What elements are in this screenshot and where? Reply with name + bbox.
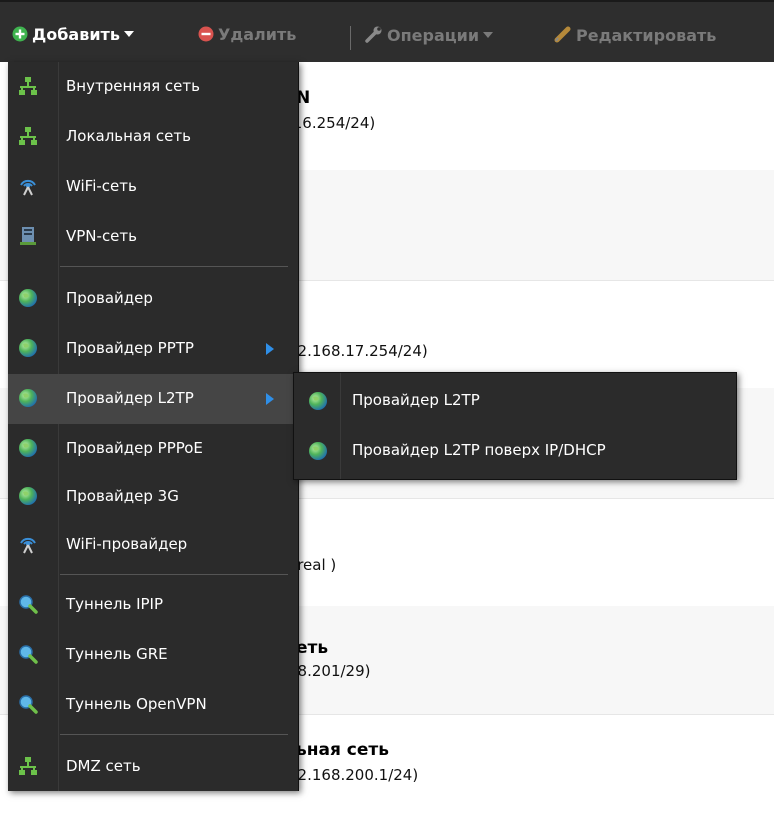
menu-item-label: Туннель IPIP xyxy=(66,595,164,613)
plus-circle-icon xyxy=(12,26,28,42)
vpn-icon xyxy=(20,227,36,245)
add-dropdown-menu: Внутренняя сеть Локальная сеть WiFi-сеть… xyxy=(8,62,299,791)
minus-circle-icon xyxy=(198,26,214,42)
globe-icon xyxy=(309,442,327,460)
menu-divider xyxy=(60,574,288,575)
submenu-item-label: Провайдер L2TP xyxy=(352,391,480,409)
network-icon xyxy=(19,127,37,145)
menu-item-label: Внутренняя сеть xyxy=(66,77,200,95)
menu-item-label: Туннель GRE xyxy=(66,645,168,663)
list-item-subtitle: 92.168.17.254/24) xyxy=(288,342,428,360)
list-item-subtitle: 98.201/29) xyxy=(288,662,371,680)
menu-item-label: DMZ сеть xyxy=(66,757,141,775)
list-item-subtitle: .16.254/24) xyxy=(288,114,376,132)
globe-icon xyxy=(19,389,37,407)
menu-item-provider-l2tp[interactable]: Провайдер L2TP xyxy=(8,374,298,424)
submenu-arrow-icon xyxy=(266,393,274,405)
magnifier-icon xyxy=(19,645,38,664)
magnifier-icon xyxy=(19,695,38,714)
list-item-subtitle: 92.168.200.1/24) xyxy=(288,766,419,784)
menu-item-local-network[interactable]: Локальная сеть xyxy=(8,112,298,162)
toolbar-divider xyxy=(350,26,351,50)
menu-item-label: Провайдер L2TP xyxy=(66,389,194,407)
menu-item-tunnel-ipip[interactable]: Туннель IPIP xyxy=(8,580,298,630)
menu-item-provider-3g[interactable]: Провайдер 3G xyxy=(8,472,298,522)
menu-item-label: Провайдер 3G xyxy=(66,487,179,505)
delete-button-label: Удалить xyxy=(218,25,297,44)
add-button-label: Добавить xyxy=(32,25,120,44)
submenu-item-provider-l2tp[interactable]: Провайдер L2TP xyxy=(294,375,736,425)
operations-button[interactable]: Операции xyxy=(365,25,494,45)
network-icon xyxy=(19,757,37,775)
menu-item-provider[interactable]: Провайдер xyxy=(8,274,298,324)
operations-button-label: Операции xyxy=(387,26,480,45)
menu-item-provider-pptp[interactable]: Провайдер PPTP xyxy=(8,324,298,374)
menu-item-label: Провайдер PPPoE xyxy=(66,439,203,457)
list-item-title: ьная сеть xyxy=(296,740,390,760)
globe-icon xyxy=(19,487,37,505)
menu-item-label: WiFi-провайдер xyxy=(66,535,188,553)
globe-icon xyxy=(19,339,37,357)
network-icon xyxy=(19,77,37,95)
globe-icon xyxy=(19,439,37,457)
chevron-down-icon xyxy=(483,32,494,38)
menu-divider xyxy=(60,266,288,267)
delete-button[interactable]: Удалить xyxy=(198,25,296,44)
wifi-icon xyxy=(20,179,36,196)
menu-item-label: VPN-сеть xyxy=(66,227,137,245)
menu-item-label: Провайдер xyxy=(66,289,153,307)
menu-item-label: WiFi-сеть xyxy=(66,177,137,195)
menu-item-label: Туннель OpenVPN xyxy=(66,695,207,713)
menu-item-label: Провайдер PPTP xyxy=(66,339,194,357)
wifi-icon xyxy=(20,537,36,554)
menu-item-provider-pppoe[interactable]: Провайдер PPPoE xyxy=(8,424,298,474)
menu-item-wifi-network[interactable]: WiFi-сеть xyxy=(8,162,298,212)
menu-item-internal-network[interactable]: Внутренняя сеть xyxy=(8,62,298,112)
wrench-icon xyxy=(365,26,382,43)
menu-item-dmz-network[interactable]: DMZ сеть xyxy=(8,742,298,792)
menu-item-tunnel-openvpn[interactable]: Туннель OpenVPN xyxy=(8,680,298,730)
submenu-item-label: Провайдер L2TP поверх IP/DHCP xyxy=(352,441,606,459)
magnifier-icon xyxy=(19,595,38,614)
pencil-icon xyxy=(554,26,571,43)
menu-item-tunnel-gre[interactable]: Туннель GRE xyxy=(8,630,298,680)
edit-button[interactable]: Редактировать xyxy=(554,25,716,45)
menu-divider xyxy=(60,734,288,735)
globe-icon xyxy=(19,289,37,307)
l2tp-submenu: Провайдер L2TP Провайдер L2TP поверх IP/… xyxy=(293,372,737,480)
menu-item-label: Локальная сеть xyxy=(66,127,191,145)
submenu-item-provider-l2tp-dhcp[interactable]: Провайдер L2TP поверх IP/DHCP xyxy=(294,425,736,475)
submenu-arrow-icon xyxy=(266,343,274,355)
toolbar: Добавить Удалить Операции Редактировать xyxy=(0,0,774,62)
menu-item-wifi-provider[interactable]: WiFi-провайдер xyxy=(8,520,298,570)
globe-icon xyxy=(309,392,327,410)
edit-button-label: Редактировать xyxy=(576,26,717,45)
add-button[interactable]: Добавить xyxy=(12,25,134,44)
chevron-down-icon xyxy=(123,31,134,37)
menu-item-vpn-network[interactable]: VPN-сеть xyxy=(8,212,298,262)
list-item-title: еть xyxy=(296,638,329,658)
